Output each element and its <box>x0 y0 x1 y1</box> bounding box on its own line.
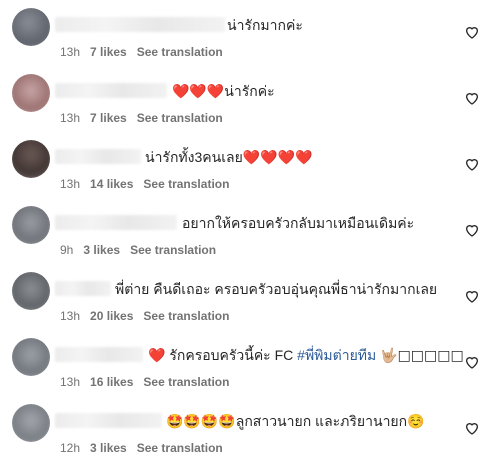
see-translation-link[interactable]: See translation <box>137 45 223 59</box>
heart-emoji: ❤️ <box>148 348 166 364</box>
comment-meta: 13h 14 likes See translation <box>60 177 239 191</box>
timestamp: 13h <box>60 45 81 59</box>
likes-count[interactable]: 7 likes <box>90 111 127 125</box>
comment-text: พี่ต่าย คืนดีเถอะ ครอบครัวอบอุ่นคุณพี่ธา… <box>115 281 438 297</box>
username-redacted[interactable] <box>55 347 143 362</box>
avatar[interactable] <box>12 404 50 442</box>
likes-count[interactable]: 3 likes <box>90 441 127 455</box>
see-translation-link[interactable]: See translation <box>143 177 229 191</box>
heart-outline-icon[interactable] <box>464 90 480 106</box>
see-translation-link[interactable]: See translation <box>143 375 229 389</box>
comment-item: น่ารักทั้ง3คนเลย❤️❤️❤️❤️ 13h 14 likes See … <box>0 132 490 198</box>
timestamp: 9h <box>60 243 74 257</box>
heart-outline-icon[interactable] <box>464 24 480 40</box>
hearts-emoji: ❤️❤️❤️ <box>172 84 225 100</box>
timestamp: 13h <box>60 309 81 323</box>
hashtag-link[interactable]: #พี่พิมต่ายทีม <box>297 347 376 363</box>
likes-count[interactable]: 16 likes <box>90 375 133 389</box>
comment-text: 🤩🤩🤩🤩ลูกสาวนายก และภริยานายก☺️ <box>166 413 425 430</box>
see-translation-link[interactable]: See translation <box>137 111 223 125</box>
timestamp: 12h <box>60 441 81 455</box>
likes-count[interactable]: 7 likes <box>90 45 127 59</box>
heart-outline-icon[interactable] <box>464 354 480 370</box>
avatar[interactable] <box>12 8 50 46</box>
comment-meta: 9h 3 likes See translation <box>60 243 226 257</box>
timestamp: 13h <box>60 177 81 191</box>
avatar[interactable] <box>12 74 50 112</box>
comment-text: อยากให้ครอบครัวกลับมาเหมือนเดิมค่ะ <box>182 215 415 231</box>
comment-item: ❤️ รักครอบครัวนี้ค่ะ FC #พี่พิมต่ายทีม 🤟… <box>0 330 490 396</box>
likes-count[interactable]: 20 likes <box>90 309 133 323</box>
username-redacted[interactable] <box>55 215 177 230</box>
username-redacted[interactable] <box>55 83 167 98</box>
likes-count[interactable]: 3 likes <box>83 243 120 257</box>
timestamp: 13h <box>60 375 81 389</box>
see-translation-link[interactable]: See translation <box>130 243 216 257</box>
username-redacted[interactable] <box>55 17 225 32</box>
likes-count[interactable]: 14 likes <box>90 177 133 191</box>
comment-text: ❤️ รักครอบครัวนี้ค่ะ FC #พี่พิมต่ายทีม 🤟… <box>148 347 464 364</box>
heart-outline-icon[interactable] <box>464 222 480 238</box>
heart-outline-icon[interactable] <box>464 288 480 304</box>
star-eyes-emoji: 🤩🤩🤩🤩 <box>166 414 236 430</box>
comment-meta: 13h 16 likes See translation <box>60 375 239 389</box>
comment-item: พี่ต่าย คืนดีเถอะ ครอบครัวอบอุ่นคุณพี่ธา… <box>0 264 490 330</box>
see-translation-link[interactable]: See translation <box>143 309 229 323</box>
comment-text: น่ารักมากค่ะ <box>227 17 303 33</box>
comment-meta: 13h 7 likes See translation <box>60 45 233 59</box>
avatar[interactable] <box>12 272 50 310</box>
comment-text: น่ารักทั้ง3คนเลย❤️❤️❤️❤️ <box>145 149 313 166</box>
username-redacted[interactable] <box>55 413 162 428</box>
comment-item: 🤩🤩🤩🤩ลูกสาวนายก และภริยานายก☺️ 12h 3 likes… <box>0 396 490 462</box>
comment-meta: 13h 20 likes See translation <box>60 309 239 323</box>
comment-meta: 12h 3 likes See translation <box>60 441 233 455</box>
comment-item: ❤️❤️❤️น่ารักค่ะ 13h 7 likes See translatio… <box>0 66 490 132</box>
hearts-emoji: ❤️❤️❤️❤️ <box>242 150 313 166</box>
heart-outline-icon[interactable] <box>464 156 480 172</box>
avatar[interactable] <box>12 206 50 244</box>
comment-item: อยากให้ครอบครัวกลับมาเหมือนเดิมค่ะ 9h 3 l… <box>0 198 490 264</box>
timestamp: 13h <box>60 111 81 125</box>
username-redacted[interactable] <box>55 281 111 296</box>
heart-outline-icon[interactable] <box>464 420 480 436</box>
comment-meta: 13h 7 likes See translation <box>60 111 233 125</box>
emoji-tail: 🤟🏼□□□□□ <box>380 348 464 364</box>
see-translation-link[interactable]: See translation <box>137 441 223 455</box>
comment-item: น่ารักมากค่ะ 13h 7 likes See translation <box>0 0 490 66</box>
comment-text: ❤️❤️❤️น่ารักค่ะ <box>172 83 275 100</box>
avatar[interactable] <box>12 140 50 178</box>
avatar[interactable] <box>12 338 50 376</box>
username-redacted[interactable] <box>55 149 141 164</box>
